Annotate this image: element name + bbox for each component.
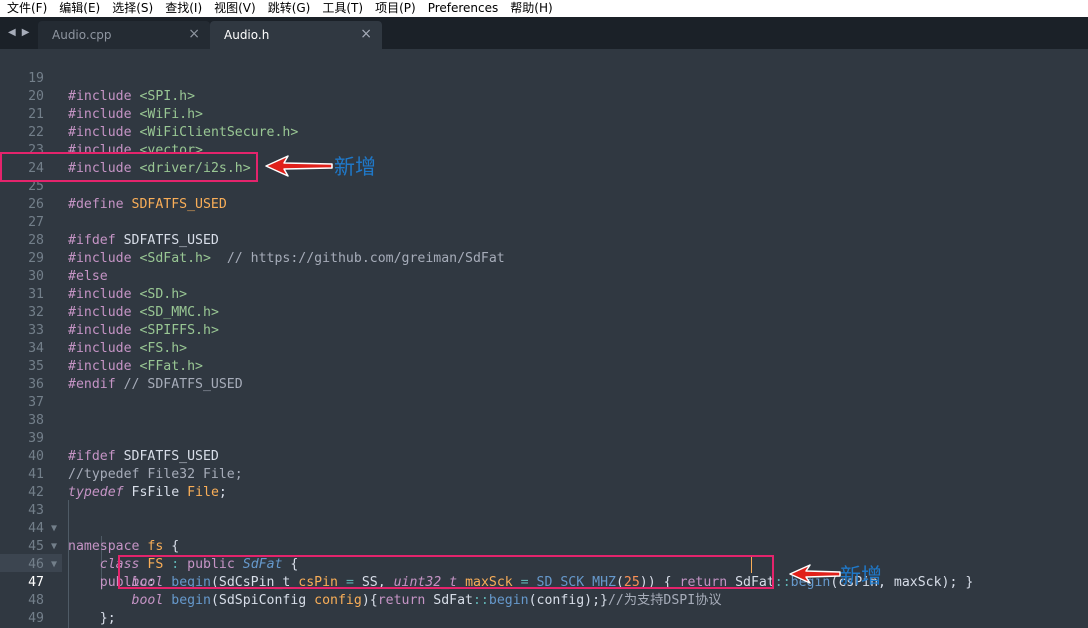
code-line: 46 bool begin(SdCsPin_t csPin = SS, uint… [0,538,1088,590]
code-line: 37 [0,376,1088,410]
tab-nav-arrows: ◀ ▶ [8,27,29,38]
tab-back-icon[interactable]: ◀ [8,27,16,38]
code-line: 41 typedef FsFile File; [0,448,1088,500]
tab-forward-icon[interactable]: ▶ [22,27,30,38]
highlight-box [118,555,774,589]
tab-label: Audio.cpp [52,28,112,42]
code-line: 34 #include <FFat.h> [0,322,1088,374]
code-line: 44 ▼ class FS : public SdFat { [0,502,1088,572]
menu-bar: 文件(F) 编辑(E) 选择(S) 查找(I) 视图(V) 跳转(G) 工具(T… [0,0,1088,17]
code-line: 36 [0,358,1088,392]
menu-view[interactable]: 视图(V) [208,0,262,17]
code-line: 32 #include <SPIFFS.h> [0,286,1088,338]
close-icon[interactable]: × [188,26,200,42]
code-line: 27 #ifdef SDFATFS_USED [0,196,1088,248]
code-line: 43 ▼ namespace fs { [0,484,1088,554]
tab-audio-cpp[interactable]: Audio.cpp × [38,21,210,49]
code-line: 42 [0,466,1088,500]
annotation-label: 新增 [840,564,882,588]
menu-tools[interactable]: 工具(T) [316,0,369,17]
code-line: 49 [0,592,1088,626]
code-line: 29 #else [0,232,1088,284]
annotation-label: 新增 [334,155,376,179]
close-icon[interactable]: × [360,26,372,42]
code-line: 31 #include <SD_MMC.h> [0,268,1088,320]
menu-project[interactable]: 项目(P) [369,0,422,17]
code-line: 35 #endif // SDFATFS_USED [0,340,1088,392]
code-line: 45 ▼ public: [0,520,1088,590]
highlight-box [0,152,258,182]
code-line: 21 #include <WiFiClientSecure.h> [0,88,1088,140]
code-line: 20 #include <WiFi.h> [0,70,1088,122]
arrow-icon [789,564,841,584]
tab-bar: ◀ ▶ Audio.cpp × Audio.h × [0,17,1088,49]
code-line: 38 [0,394,1088,428]
code-line: 19 #include <SPI.h> [0,52,1088,104]
menu-selection[interactable]: 选择(S) [106,0,159,17]
code-line: 50 [0,610,1088,628]
menu-file[interactable]: 文件(F) [0,0,53,17]
arrow-icon [265,155,333,177]
code-line: 22 #include <vector> [0,106,1088,158]
menu-preferences[interactable]: Preferences [422,0,505,17]
menu-help[interactable]: 帮助(H) [504,0,558,17]
code-line: 40 //typedef File32 File; [0,430,1088,482]
code-line: 39 #ifdef SDFATFS_USED [0,412,1088,464]
tab-label: Audio.h [224,28,270,42]
menu-goto[interactable]: 跳转(G) [262,0,317,17]
menu-find[interactable]: 查找(I) [159,0,208,17]
code-line: 23 #include <driver/i2s.h> [0,124,1088,176]
code-line: 28 #include <SdFat.h> // https://github.… [0,214,1088,266]
code-line: 30 #include <SD.h> [0,250,1088,302]
code-line: 33 #include <FS.h> [0,304,1088,356]
code-editor[interactable]: 19 #include <SPI.h> 20 #include <WiFi.h>… [0,49,1088,628]
menu-edit[interactable]: 编辑(E) [53,0,106,17]
tab-audio-h[interactable]: Audio.h × [210,21,382,49]
